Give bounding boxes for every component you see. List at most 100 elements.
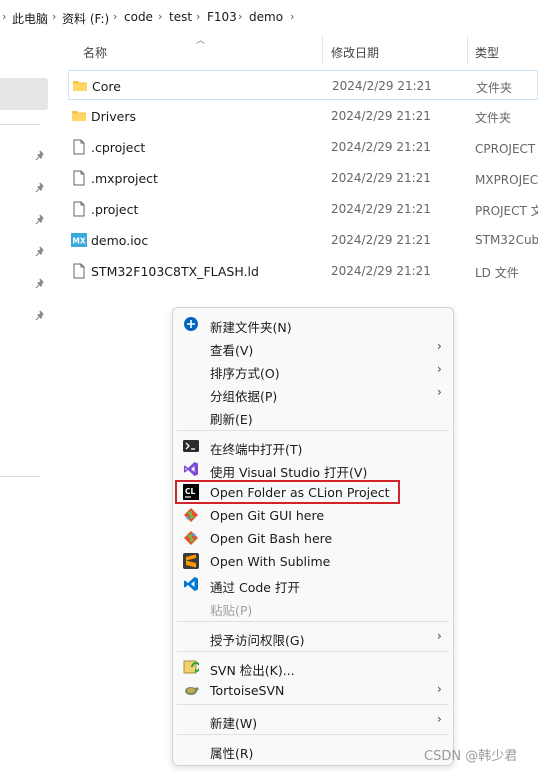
file-date: 2024/2/29 21:21 (331, 202, 431, 216)
menu-separator (177, 704, 449, 705)
breadcrumb-item-drive[interactable]: 资料 (F:) (62, 10, 109, 27)
file-row[interactable]: .cproject 2024/2/29 21:21 CPROJECT 文件 (68, 132, 538, 162)
menu-item-grant-access[interactable]: 授予访问权限(G) › (177, 626, 449, 648)
file-name: .cproject (91, 140, 146, 155)
file-type: STM32CubeMX (475, 233, 538, 247)
chevron-right-icon: › (437, 339, 442, 353)
column-header-name[interactable]: 名称 (83, 44, 107, 72)
menu-item-view[interactable]: 查看(V) › (177, 336, 449, 358)
breadcrumb-item-this-pc[interactable]: 此电脑 (12, 10, 48, 27)
breadcrumb-separator: › (2, 10, 7, 23)
menu-separator (177, 621, 449, 622)
file-date: 2024/2/29 21:21 (331, 109, 431, 123)
stm32cubemx-icon: MX (71, 233, 87, 247)
breadcrumb: › 此电脑 › 资料 (F:) › code › test › F103 › d… (0, 0, 538, 34)
menu-label: 属性(R) (210, 746, 254, 761)
breadcrumb-item-f103[interactable]: F103 (207, 10, 237, 24)
file-date: 2024/2/29 21:21 (331, 233, 431, 247)
file-date: 2024/2/29 21:21 (331, 264, 431, 278)
chevron-right-icon: › (437, 385, 442, 399)
menu-item-group[interactable]: 分组依据(P) › (177, 382, 449, 404)
file-row[interactable]: MX demo.ioc 2024/2/29 21:21 STM32CubeMX (68, 225, 538, 255)
menu-label: 粘贴(P) (210, 603, 253, 618)
menu-item-new[interactable]: 新建(W) › (177, 709, 449, 731)
file-icon (73, 201, 85, 217)
highlight-annotation-box (175, 480, 400, 504)
column-header-type[interactable]: 类型 (475, 44, 499, 72)
menu-separator (177, 734, 449, 735)
menu-separator (177, 430, 449, 431)
file-icon (73, 263, 85, 279)
menu-item-properties[interactable]: 属性(R) (177, 739, 449, 761)
menu-label: 查看(V) (210, 343, 254, 358)
file-date: 2024/2/29 21:21 (331, 171, 431, 185)
git-gui-icon (184, 508, 198, 522)
chevron-right-icon: › (437, 682, 442, 696)
file-row[interactable]: .mxproject 2024/2/29 21:21 MXPROJECT 文件 (68, 163, 538, 193)
breadcrumb-separator: › (196, 10, 201, 23)
menu-item-terminal[interactable]: 在终端中打开(T) (177, 435, 449, 457)
file-name: Drivers (91, 109, 136, 124)
file-type: MXPROJECT 文件 (475, 173, 538, 187)
file-date: 2024/2/29 21:21 (331, 140, 431, 154)
new-folder-icon (184, 317, 198, 331)
nav-divider (0, 476, 40, 477)
breadcrumb-item-demo[interactable]: demo (249, 10, 283, 24)
sublime-icon (183, 553, 199, 569)
file-name: .mxproject (91, 171, 158, 186)
file-row[interactable]: Core 2024/2/29 21:21 文件夹 (68, 70, 538, 100)
menu-label: 新建(W) (210, 716, 258, 731)
file-icon (73, 170, 85, 186)
file-name: demo.ioc (91, 233, 149, 248)
pin-icon (35, 278, 44, 289)
visual-studio-icon (184, 462, 198, 476)
navigation-pane (0, 34, 50, 771)
menu-item-visual-studio[interactable]: 使用 Visual Studio 打开(V) (177, 458, 449, 480)
terminal-icon (183, 440, 199, 452)
file-name: .project (91, 202, 139, 217)
menu-label: 授予访问权限(G) (210, 633, 305, 648)
menu-item-git-bash[interactable]: Open Git Bash here (177, 527, 449, 549)
breadcrumb-separator: › (238, 10, 243, 23)
menu-label: 新建文件夹(N) (210, 320, 292, 335)
file-row[interactable]: Drivers 2024/2/29 21:21 文件夹 (68, 101, 538, 131)
breadcrumb-separator: › (52, 10, 57, 23)
file-type: 文件夹 (476, 81, 513, 95)
file-name: STM32F103C8TX_FLASH.ld (91, 264, 259, 279)
nav-item-selected[interactable] (0, 78, 48, 110)
menu-label: Open Git GUI here (210, 508, 325, 523)
column-header-date[interactable]: 修改日期 (331, 44, 379, 72)
git-bash-icon (184, 531, 198, 545)
column-divider[interactable] (467, 36, 468, 64)
pin-icon (35, 182, 44, 193)
menu-label: 分组依据(P) (210, 389, 278, 404)
sort-ascending-icon: ︿ (196, 36, 206, 46)
menu-item-sort[interactable]: 排序方式(O) › (177, 359, 449, 381)
menu-item-tortoisesvn[interactable]: TortoiseSVN › (177, 679, 449, 701)
breadcrumb-item-test[interactable]: test (169, 10, 192, 24)
chevron-right-icon: › (437, 712, 442, 726)
tortoisesvn-icon (185, 687, 199, 695)
vscode-icon (184, 577, 198, 591)
menu-label: SVN 检出(K)... (210, 663, 295, 678)
pin-icon (35, 150, 44, 161)
menu-item-refresh[interactable]: 刷新(E) (177, 405, 449, 427)
menu-item-svn-checkout[interactable]: SVN 检出(K)... (177, 656, 449, 678)
menu-item-vscode[interactable]: 通过 Code 打开 (177, 573, 449, 595)
svn-checkout-icon (183, 660, 199, 674)
file-row[interactable]: .project 2024/2/29 21:21 PROJECT 文件 (68, 194, 538, 224)
menu-label: Open Git Bash here (210, 531, 333, 546)
breadcrumb-item-code[interactable]: code (124, 10, 153, 24)
file-row[interactable]: STM32F103C8TX_FLASH.ld 2024/2/29 21:21 L… (68, 256, 538, 286)
watermark: CSDN @韩少君 (424, 749, 518, 764)
menu-separator (177, 651, 449, 652)
menu-item-paste[interactable]: 粘贴(P) (177, 596, 449, 618)
menu-item-sublime[interactable]: Open With Sublime (177, 550, 449, 572)
menu-item-new-folder[interactable]: 新建文件夹(N) (177, 313, 449, 335)
column-divider[interactable] (322, 36, 323, 64)
menu-label: 排序方式(O) (210, 366, 280, 381)
breadcrumb-separator: › (158, 10, 163, 23)
pin-icon (35, 310, 44, 321)
chevron-right-icon: › (437, 362, 442, 376)
menu-item-git-gui[interactable]: Open Git GUI here (177, 504, 449, 526)
